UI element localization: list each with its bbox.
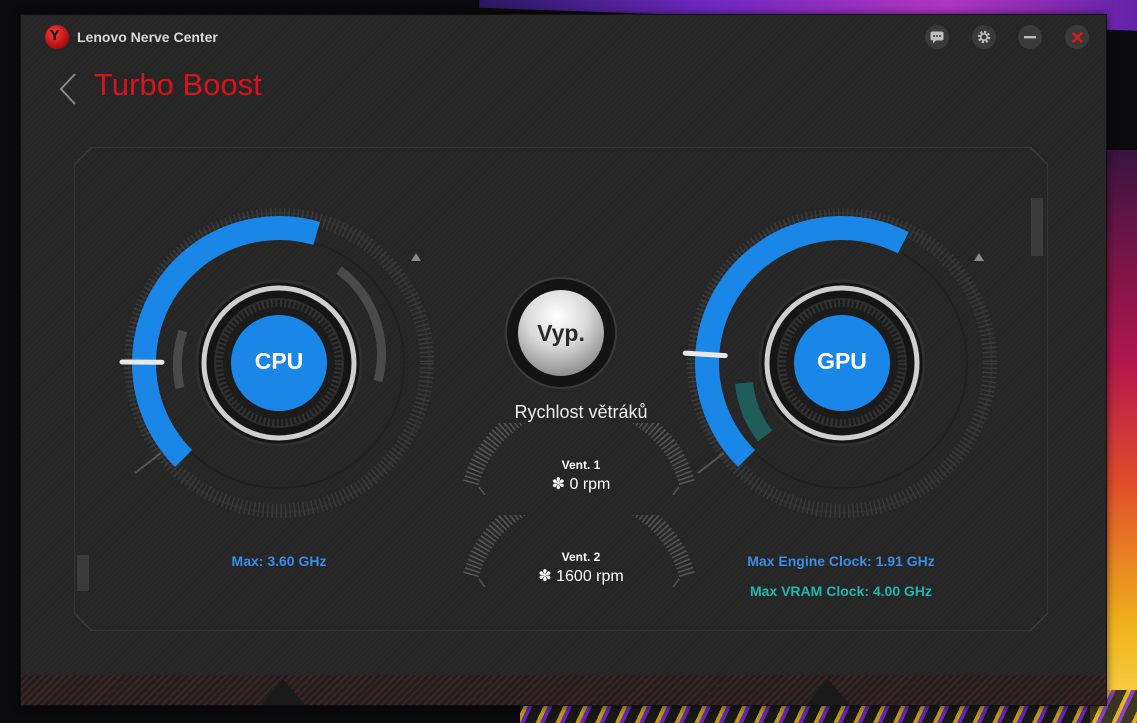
gpu-dial-min-marker <box>697 452 725 474</box>
window-bottom-notch <box>261 679 305 705</box>
fan-icon: ✽ <box>538 568 557 585</box>
back-arrow-icon[interactable] <box>55 71 83 107</box>
cpu-dial-max-marker <box>411 253 421 261</box>
gpu-label: GPU <box>817 348 867 374</box>
gpu-dial-max-marker <box>974 253 984 261</box>
lenovo-logo-icon: Y <box>45 25 69 49</box>
vent-2-rpm: 1600 rpm <box>556 568 624 585</box>
gear-icon[interactable] <box>972 25 996 49</box>
fan-speed-title: Rychlost větráků <box>514 402 648 422</box>
title-bar[interactable]: Y Lenovo Nerve Center <box>21 15 1106 59</box>
close-icon[interactable] <box>1065 25 1089 49</box>
app-window: Y Lenovo Nerve Center Turbo Boost CPU GP… <box>20 14 1107 706</box>
window-bottom-band <box>21 675 1106 705</box>
cpu-max-clock: Max: 3.60 GHz <box>231 553 327 569</box>
gpu-vram-clock: Max VRAM Clock: 4.00 GHz <box>749 583 933 599</box>
fan-icon: ✽ <box>551 476 570 493</box>
cpu-label: CPU <box>254 348 304 374</box>
vent-2: Vent. 2 ✽ 1600 rpm <box>461 550 701 586</box>
fan-toggle-knob[interactable]: Vyp. <box>518 290 604 376</box>
vent-2-rpm-row: ✽ 1600 rpm <box>461 566 701 586</box>
vent-1: Vent. 1 ✽ 0 rpm <box>461 458 701 494</box>
gpu-engine-clock: Max Engine Clock: 1.91 GHz <box>747 553 935 569</box>
app-title: Lenovo Nerve Center <box>77 29 218 45</box>
cpu-inner-segment <box>172 329 188 389</box>
vent-2-name: Vent. 2 <box>561 550 601 564</box>
chat-icon[interactable] <box>925 25 949 49</box>
gpu-boost-needle[interactable] <box>682 350 728 359</box>
window-bottom-notch <box>806 679 850 705</box>
gpu-vram-segment <box>735 381 773 442</box>
vent-1-rpm-row: ✽ 0 rpm <box>461 474 701 494</box>
minimize-icon[interactable] <box>1018 25 1042 49</box>
fan-toggle-label: Vyp. <box>537 319 585 346</box>
fan-toggle-button[interactable]: Vyp. <box>505 277 617 389</box>
page-title: Turbo Boost <box>94 67 262 102</box>
vent-1-name: Vent. 1 <box>561 458 601 472</box>
cpu-dial-min-marker <box>134 452 162 474</box>
cpu-dial[interactable]: CPU <box>99 183 459 543</box>
gpu-dial[interactable]: GPU <box>662 183 1022 543</box>
vent-1-rpm: 0 rpm <box>569 476 611 493</box>
